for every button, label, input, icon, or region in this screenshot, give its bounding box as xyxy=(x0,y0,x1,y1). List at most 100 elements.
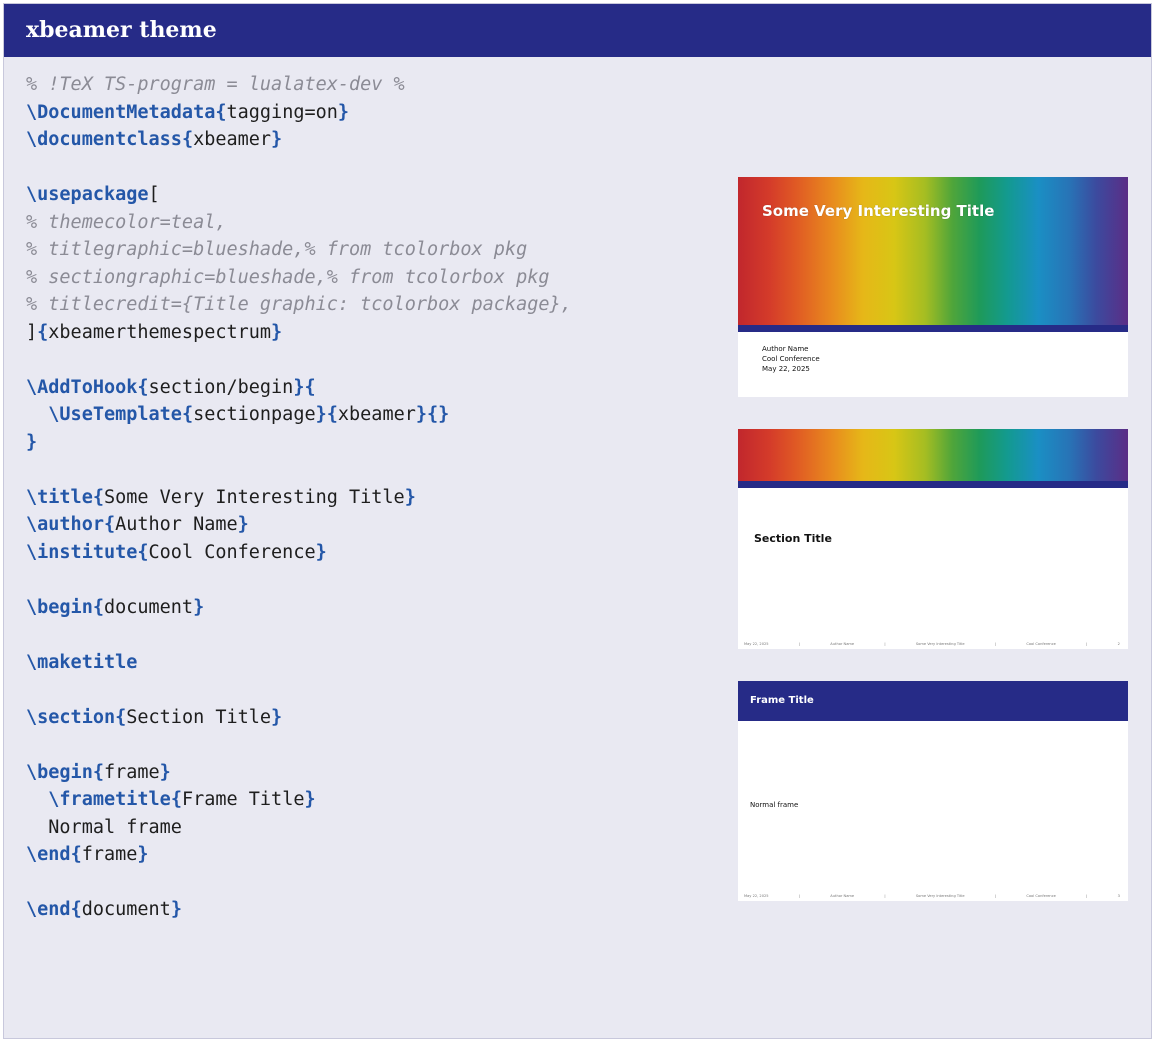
code-command: \institute xyxy=(26,541,138,563)
code-brace: } xyxy=(271,321,283,343)
code-line: Normal frame xyxy=(26,814,572,842)
code-command: \title xyxy=(26,486,93,508)
footer-separator: | xyxy=(1086,894,1088,898)
footer-item: Some Very Interesting Title xyxy=(915,642,965,646)
code-command: \end xyxy=(26,844,71,865)
code-command: \begin xyxy=(26,596,93,618)
code-line: \title{Some Very Interesting Title} xyxy=(26,484,572,512)
code-brace: }{ xyxy=(315,404,338,425)
code-brace: } xyxy=(159,761,171,783)
code-brace: { xyxy=(70,899,82,920)
footer-separator: | xyxy=(1086,642,1088,646)
code-line: \documentclass{xbeamer} xyxy=(26,126,572,154)
slide-institute: Cool Conference xyxy=(762,355,820,363)
code-brace: } xyxy=(170,899,182,920)
code-brace: { xyxy=(181,129,194,150)
code-text: xbeamer xyxy=(193,129,272,150)
code-brace: } xyxy=(271,129,283,150)
code-line: % !TeX TS-program = lualatex-dev % xyxy=(26,71,572,99)
code-line: \section{Section Title} xyxy=(26,704,572,732)
code-text: frame xyxy=(103,761,160,783)
code-line: \AddToHook{section/begin}{ xyxy=(26,374,572,402)
slide-title: Some Very Interesting Title xyxy=(762,202,995,220)
footer-item: 3 xyxy=(1117,894,1120,898)
code-text: ] xyxy=(26,321,38,343)
code-brace: }{ xyxy=(293,376,316,398)
code-brace: }{} xyxy=(415,404,450,425)
code-command: \DocumentMetadata xyxy=(26,101,216,123)
code-brace: } xyxy=(26,431,38,453)
code-command: \end xyxy=(26,899,71,920)
footer-item: Cool Conference xyxy=(1026,894,1056,898)
code-text: Section Title xyxy=(126,706,272,728)
code-text: [ xyxy=(148,184,160,205)
code-line: \institute{Cool Conference} xyxy=(26,539,572,567)
footer-separator: | xyxy=(884,642,886,646)
code-brace: { xyxy=(115,706,127,728)
slide-date: May 22, 2025 xyxy=(762,365,810,373)
code-text: xbeamerthemespectrum xyxy=(48,321,272,343)
code-brace: { xyxy=(103,514,116,535)
code-line: \end{document} xyxy=(26,896,572,924)
code-text: document xyxy=(103,596,194,618)
code-text: xbeamer xyxy=(337,404,416,425)
footer-item: Author Name xyxy=(830,642,855,646)
code-comment: % sectiongraphic=blueshade,% from tcolor… xyxy=(26,266,550,288)
code-command: \section xyxy=(26,706,116,728)
footer-item: Author Name xyxy=(830,894,855,898)
code-command: \usepackage xyxy=(26,184,149,205)
frame-title: Frame Title xyxy=(738,681,1128,721)
code-line: \author{Author Name} xyxy=(26,511,572,539)
code-line: \begin{frame} xyxy=(26,759,572,787)
slide-meta: Author Name Cool Conference May 22, 2025 xyxy=(762,344,820,374)
spectrum-title-graphic xyxy=(738,177,1128,325)
code-command: \begin xyxy=(26,761,93,783)
title-band xyxy=(738,325,1128,332)
code-line: \usepackage[ xyxy=(26,181,572,209)
latex-code-listing: % !TeX TS-program = lualatex-dev % \Docum… xyxy=(26,71,572,924)
code-command: \author xyxy=(26,514,104,535)
code-text: section/begin xyxy=(148,376,294,398)
code-line: \DocumentMetadata{tagging=on} xyxy=(26,99,572,127)
code-comment: % titlecredit={Title graphic: tcolorbox … xyxy=(26,294,572,315)
code-line: \begin{document} xyxy=(26,594,572,622)
code-brace: } xyxy=(237,514,249,535)
footer-item: May 22, 2025 xyxy=(744,642,769,646)
code-command: \frametitle xyxy=(48,789,171,810)
spectrum-section-graphic xyxy=(738,429,1128,481)
box-title: xbeamer theme xyxy=(4,4,1151,57)
footer-separator: | xyxy=(798,894,801,898)
code-brace: { xyxy=(70,844,82,865)
footer-separator: | xyxy=(994,894,997,898)
code-brace: } xyxy=(315,541,327,563)
footer-item: May 22, 2025 xyxy=(744,894,769,898)
code-brace: { xyxy=(92,486,104,508)
code-brace: { xyxy=(215,101,227,123)
footer-separator: | xyxy=(994,642,997,646)
slide-footer: May 22, 2025 | Author Name | Some Very Inter… xyxy=(744,642,1120,646)
code-text: Normal frame xyxy=(26,816,182,838)
code-text: Some Very Interesting Title xyxy=(103,486,405,508)
section-title: Section Title xyxy=(754,532,832,545)
code-text: Frame Title xyxy=(181,789,305,810)
title-slide-preview: Some Very Interesting Title Author Name … xyxy=(738,177,1128,397)
code-text: Cool Conference xyxy=(148,541,316,563)
code-comment: % titlegraphic=blueshade,% from tcolorbo… xyxy=(26,239,528,260)
frame-body: Normal frame xyxy=(750,801,799,809)
code-brace: { xyxy=(92,761,104,783)
xbeamer-theme-box: xbeamer theme % !TeX TS-program = lualat… xyxy=(3,3,1152,1039)
code-command: \AddToHook xyxy=(26,376,138,398)
code-brace: { xyxy=(181,404,194,425)
code-comment: % !TeX TS-program = lualatex-dev % xyxy=(26,74,405,95)
slide-footer: May 22, 2025 | Author Name | Some Very Inter… xyxy=(744,894,1120,898)
footer-separator: | xyxy=(798,642,801,646)
code-brace: } xyxy=(137,844,149,865)
